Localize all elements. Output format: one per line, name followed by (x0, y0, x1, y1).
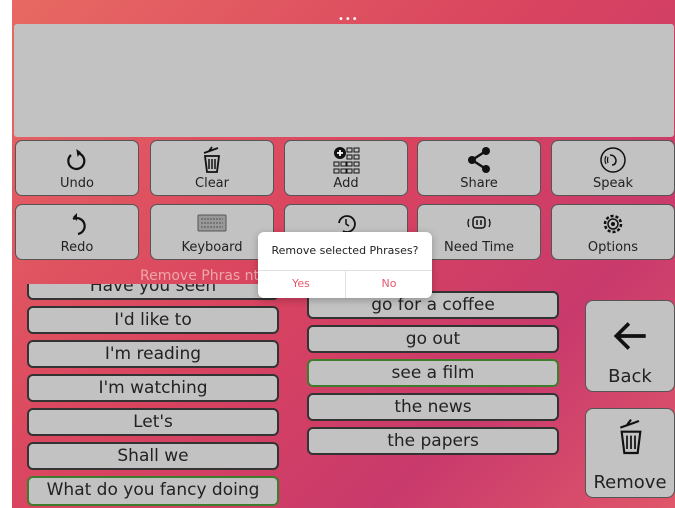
remove-button[interactable]: Remove (585, 408, 675, 498)
speak-button[interactable]: Speak (551, 140, 675, 196)
phrase-item[interactable]: I'm watching (27, 374, 279, 402)
undo-label: Undo (60, 176, 94, 191)
phrase-item-selected[interactable]: What do you fancy doing (27, 476, 279, 506)
need-time-icon (467, 216, 491, 229)
clear-label: Clear (195, 176, 229, 191)
back-label: Back (608, 366, 652, 387)
phrase-item[interactable]: I'm reading (27, 340, 279, 368)
phrase-list-left[interactable]: Have you seen I'd like to I'm reading I'… (27, 284, 285, 508)
phrase-item[interactable]: Shall we (27, 442, 279, 470)
undo-icon (67, 149, 86, 171)
need-time-label: Need Time (444, 240, 514, 255)
keyboard-label: Keyboard (181, 240, 243, 255)
phrase-item[interactable]: the papers (307, 427, 559, 455)
phrase-item[interactable]: the news (307, 393, 559, 421)
speak-icon (600, 147, 626, 173)
redo-icon (72, 213, 86, 236)
undo-button[interactable]: Undo (15, 140, 139, 196)
phrase-item-selected[interactable]: see a film (307, 359, 559, 387)
keyboard-icon (197, 214, 227, 232)
share-icon (468, 147, 490, 173)
trash-icon (203, 146, 221, 173)
share-button[interactable]: Share (417, 140, 541, 196)
share-label: Share (460, 176, 498, 191)
add-label: Add (333, 176, 359, 191)
clear-button[interactable]: Clear (150, 140, 274, 196)
redo-button[interactable]: Redo (15, 204, 139, 260)
options-button[interactable]: Options (551, 204, 675, 260)
remove-label: Remove (593, 472, 667, 493)
phrase-item[interactable]: Let's (27, 408, 279, 436)
no-button[interactable]: No (346, 272, 432, 296)
remove-confirm-dialog: Remove selected Phrases? Yes No (258, 232, 432, 298)
left-edge-strip (0, 0, 12, 508)
gear-icon (603, 214, 623, 234)
keyboard-button[interactable]: Keyboard (150, 204, 274, 260)
redo-label: Redo (60, 240, 94, 255)
speak-label: Speak (593, 176, 633, 191)
need-time-button[interactable]: Need Time (417, 204, 541, 260)
dialog-message: Remove selected Phrases? (271, 244, 419, 257)
phrase-item[interactable]: go out (307, 325, 559, 353)
yes-button[interactable]: Yes (258, 272, 344, 296)
options-label: Options (587, 240, 639, 255)
trash-icon (619, 419, 642, 455)
phrase-item[interactable]: Have you seen (27, 284, 279, 300)
add-grid-icon (333, 147, 360, 174)
add-button[interactable]: Add (284, 140, 408, 196)
remove-phrases-header: Remove Phras nt (140, 268, 260, 284)
phrase-item[interactable]: I'd like to (27, 306, 279, 334)
phrase-list-right[interactable]: go for a coffee go out see a film the ne… (307, 284, 565, 508)
arrow-left-icon (613, 322, 646, 350)
message-display-area[interactable] (14, 24, 674, 137)
back-button[interactable]: Back (585, 300, 675, 392)
